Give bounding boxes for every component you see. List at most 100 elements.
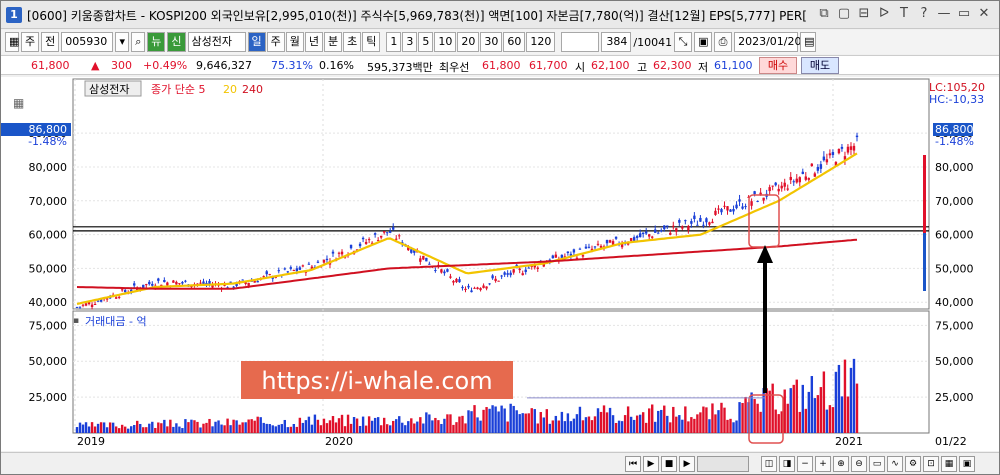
window-control-6[interactable]: — [935,5,953,23]
zoom-icon[interactable]: ⤡ [674,32,693,52]
type-select[interactable]: 전 [41,32,60,52]
news-button[interactable]: 뉴 [147,32,166,52]
window-control-7[interactable]: ▭ [955,5,973,23]
period-tab-2[interactable]: 월 [285,32,304,52]
save-icon[interactable]: ▣ [694,32,713,52]
minus-icon[interactable]: − [797,456,813,472]
triangle-up-icon: ▲ [91,59,100,72]
tool-icon-2[interactable]: ◨ [779,456,795,472]
first-icon[interactable]: ⏮ [625,456,641,472]
dropdown-icon[interactable]: ▾ [115,32,130,52]
period-tab-1[interactable]: 주 [266,32,285,52]
candle-body [247,282,250,286]
period-tab-6[interactable]: 틱 [362,32,381,52]
candle-body [554,254,558,258]
interval-tab-7[interactable]: 120 [526,32,556,52]
window-control-4[interactable]: T [895,5,913,23]
print-icon[interactable]: ⎙ [714,32,733,52]
x-label: 2020 [325,435,353,448]
interval-tab-1[interactable]: 3 [402,32,418,52]
window-control-2[interactable]: ⊟ [855,5,873,23]
grid-icon[interactable]: ▦ [5,32,19,52]
volume-bar [470,411,473,433]
zoom-out-icon[interactable]: ⊖ [851,456,867,472]
date-input[interactable]: 2023/01/20 [734,32,801,52]
code-input[interactable]: 005930 [61,32,114,52]
candle-body [581,255,585,257]
window-control-0[interactable]: ⧉ [815,5,833,23]
current-price: 61,800 [31,59,70,72]
tool-icon-1[interactable]: ◫ [761,456,777,472]
candle-body [286,271,290,273]
plus-icon[interactable]: + [815,456,831,472]
scrollbar-thumb[interactable] [697,456,749,472]
candle-body [663,225,666,230]
zoom-in-icon[interactable]: ⊕ [833,456,849,472]
candle-body [644,231,648,234]
volume-bar [786,403,789,433]
market-select[interactable]: 주 [21,32,40,52]
interval-tab-6[interactable]: 60 [503,32,526,52]
settings-icon[interactable]: ⚙ [905,456,921,472]
interval-tab-5[interactable]: 30 [480,32,503,52]
candle-body [256,280,259,283]
stop-icon[interactable]: ■ [661,456,677,472]
screen-icon[interactable]: ▭ [869,456,885,472]
chart-area[interactable]: 90,00090,00080,00080,00070,00070,00060,0… [1,77,999,451]
window-control-8[interactable]: ✕ [975,5,993,23]
volume-bar [554,415,558,433]
candle-body [560,254,564,258]
candle-body [298,267,302,270]
search-icon[interactable]: ⌕ [131,32,146,52]
price-tick-right: 60,000 [935,229,974,242]
layout-icon[interactable]: ▦ [941,456,957,472]
candle-body [638,233,642,238]
calendar-icon[interactable]: ▤ [800,32,817,52]
window-icon[interactable]: ▣ [959,456,975,472]
window-control-3[interactable]: ᐅ [875,5,893,23]
window-control-5[interactable]: ? [915,5,933,23]
candle-body [635,236,639,238]
candle-body [78,306,82,308]
count-input[interactable]: 384 [601,32,632,52]
interval-tab-0[interactable]: 1 [386,32,402,52]
candle-body [262,276,265,278]
buy-button[interactable]: 매수 [759,57,797,74]
volume-bar [783,389,786,433]
interval-tab-4[interactable]: 20 [457,32,480,52]
volume-bar [675,416,678,433]
candle-body [660,230,663,232]
wave-icon[interactable]: ∿ [887,456,903,472]
play-icon[interactable]: ▶ [643,456,659,472]
volume-bar [111,422,115,433]
period-tab-5[interactable]: 초 [343,32,362,52]
period-tab-4[interactable]: 분 [324,32,343,52]
sell-button[interactable]: 매도 [801,57,839,74]
next-icon[interactable]: ▶ [679,456,695,472]
volume-bar [524,413,527,433]
volume-bar [148,423,151,433]
volume-bar [545,409,549,433]
period-tab-0[interactable]: 일 [247,32,266,52]
lock-icon[interactable]: ⊡ [923,456,939,472]
interval-tab-3[interactable]: 10 [434,32,457,52]
interval-input[interactable] [561,32,600,52]
volume-bar [849,367,853,433]
volume-bar [518,414,521,433]
volume-bar [699,412,702,433]
side-bar-red [923,155,926,235]
volume-bar [623,415,627,433]
volume-bar [172,426,175,433]
window-control-1[interactable]: ▢ [835,5,853,23]
volume-bar [190,419,193,433]
volume-bar [413,423,416,433]
chart-canvas[interactable]: 90,00090,00080,00080,00070,00070,00060,0… [1,77,999,451]
period-tab-3[interactable]: 년 [304,32,323,52]
volume-bar [292,423,296,433]
volume-bar [434,417,437,433]
credit-button[interactable]: 신 [167,32,186,52]
volume-bar [654,421,657,433]
volume-bar [325,423,329,433]
interval-tab-2[interactable]: 5 [418,32,434,52]
volume-bar [262,422,265,433]
